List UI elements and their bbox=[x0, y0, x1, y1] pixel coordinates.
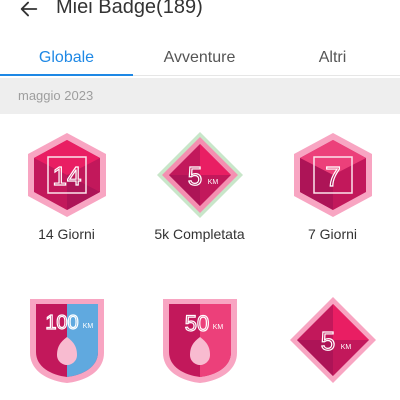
badge-number: 5 bbox=[320, 326, 334, 356]
shield-badge-icon: 50 KM bbox=[162, 299, 237, 383]
badge-unit: KM bbox=[212, 324, 223, 331]
badge-unit: KM bbox=[207, 179, 218, 186]
tab-indicator bbox=[0, 74, 133, 76]
badge-number: 14 bbox=[52, 161, 81, 191]
badge-5k-completata[interactable]: 5 KM 5k Completata bbox=[133, 130, 266, 242]
badge-unit: KM bbox=[82, 323, 93, 330]
tab-bar: Globale Avventure Altri bbox=[0, 40, 400, 76]
badge-label: 7 Giorni bbox=[307, 226, 358, 242]
badge-number: 50 bbox=[184, 311, 208, 336]
tab-globale[interactable]: Globale bbox=[0, 40, 133, 76]
back-button[interactable] bbox=[14, 0, 44, 24]
tab-avventure[interactable]: Avventure bbox=[133, 40, 266, 76]
app-bar: Miei Badge(189) bbox=[0, 0, 400, 24]
badge-label: 14 Giorni bbox=[38, 226, 95, 242]
badge-number: 100 bbox=[45, 312, 78, 334]
page-title: Miei Badge(189) bbox=[56, 0, 203, 18]
badge-5km[interactable]: 5 KM bbox=[266, 295, 399, 385]
month-header: maggio 2023 bbox=[0, 78, 400, 114]
badge-unit: KM bbox=[340, 344, 351, 351]
diamond-badge-icon: 5 KM bbox=[156, 132, 243, 218]
badge-14-giorni[interactable]: 14 14 Giorni bbox=[0, 130, 133, 242]
badge-label: 5k Completata bbox=[154, 226, 245, 242]
diamond-badge-icon: 5 KM bbox=[289, 297, 376, 383]
shield-badge-icon: 100 KM bbox=[29, 299, 104, 383]
arrow-left-icon bbox=[20, 1, 38, 17]
hexagon-badge-icon: 7 bbox=[293, 133, 372, 217]
hexagon-badge-icon: 14 bbox=[27, 133, 106, 217]
badge-100km[interactable]: 100 KM bbox=[0, 295, 133, 385]
badge-50km[interactable]: 50 KM bbox=[133, 295, 266, 385]
tab-altri[interactable]: Altri bbox=[266, 40, 399, 76]
badge-number: 5 bbox=[187, 161, 201, 191]
month-label: maggio 2023 bbox=[18, 88, 94, 103]
badge-number: 7 bbox=[325, 161, 341, 192]
badge-7-giorni[interactable]: 7 7 Giorni bbox=[266, 130, 399, 242]
